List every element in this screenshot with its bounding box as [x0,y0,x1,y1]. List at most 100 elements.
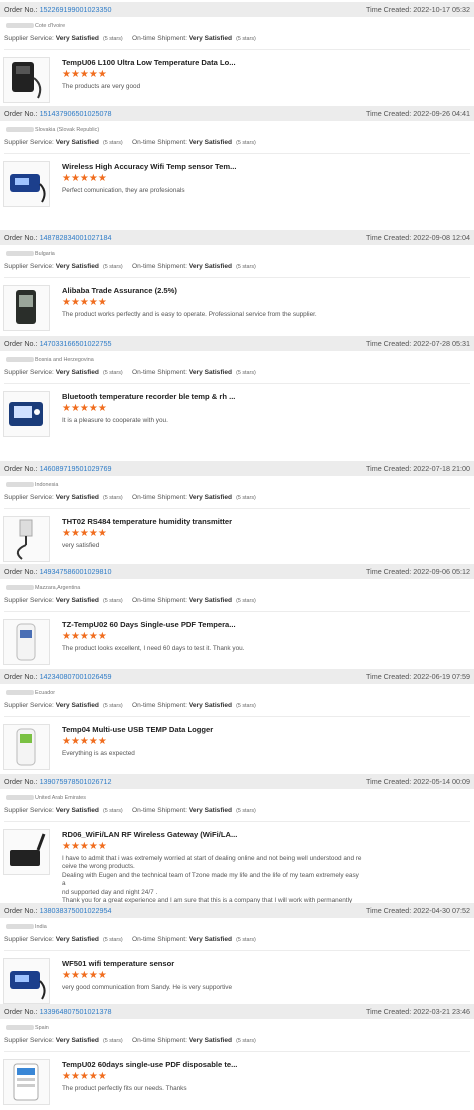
product-thumbnail[interactable] [3,619,50,665]
review-text: I have to admit that i was extremely wor… [62,855,362,905]
order-number-link[interactable]: 147033166501022755 [40,339,112,348]
buyer-country: Cote d'Ivoire [6,23,65,29]
supplier-service-rating: Supplier Service: Very Satisfied (5 stars… [4,35,123,42]
order-header: Order No.: 146089719501029769 Time Creat… [0,461,474,476]
ratings-row: Supplier Service: Very Satisfied (5 stars… [4,263,470,270]
shipment-rating: On-time Shipment: Very Satisfied (5 stars… [132,369,256,376]
product-thumbnail[interactable] [3,1059,50,1105]
divider [4,383,470,384]
shipment-rating: On-time Shipment: Very Satisfied (5 stars… [132,936,256,943]
order-number: Order No.: 133964807501021378 [4,1004,112,1019]
shipment-rating: On-time Shipment: Very Satisfied (5 stars… [132,1037,256,1044]
time-created: Time Created: 2022-07-18 21:00 [365,464,470,473]
ratings-row: Supplier Service: Very Satisfied (5 stars… [4,597,470,604]
review-text: Perfect comunication, they are profesion… [62,187,185,194]
product-name[interactable]: Bluetooth temperature recorder ble temp … [62,392,235,401]
order-number-link[interactable]: 133964807501021378 [40,1007,112,1016]
time-created: Time Created: 2022-10-17 05:32 [365,5,470,14]
product-name[interactable]: RD06_WiFi/LAN RF Wireless Gateway (WiFi/… [62,830,237,839]
divider [4,821,470,822]
shipment-rating: On-time Shipment: Very Satisfied (5 stars… [132,263,256,270]
rating-stars: ★★★★★ [62,528,107,539]
product-name[interactable]: TempU06 L100 Ultra Low Temperature Data … [62,58,236,67]
order-no-label: Order No.: [4,109,38,118]
divider [4,153,470,154]
order-header: Order No.: 147033166501022755 Time Creat… [0,336,474,351]
order-card: Order No.: 149347586001029810 Time Creat… [0,564,474,669]
product-name[interactable]: Alibaba Trade Assurance (2.5%) [62,286,177,295]
product-thumbnail[interactable] [3,829,50,875]
order-card: Order No.: 147033166501022755 Time Creat… [0,336,474,461]
ratings-row: Supplier Service: Very Satisfied (5 stars… [4,807,470,814]
order-no-label: Order No.: [4,233,38,242]
product-name[interactable]: TempU02 60days single-use PDF disposable… [62,1060,237,1069]
order-header: Order No.: 148782834001027184 Time Creat… [0,230,474,245]
order-number-link[interactable]: 138038375001022954 [40,906,112,915]
product-thumbnail[interactable] [3,958,50,1004]
buyer-country: Mazzara,Argentina [6,585,80,591]
ratings-row: Supplier Service: Very Satisfied (5 stars… [4,1037,470,1044]
order-number-link[interactable]: 149347586001029810 [40,567,112,576]
supplier-service-rating: Supplier Service: Very Satisfied (5 stars… [4,263,123,270]
product-name[interactable]: Wireless High Accuracy Wifi Temp sensor … [62,162,236,171]
product-thumbnail[interactable] [3,285,50,331]
buyer-name-blur [6,357,34,363]
buyer-country: Spain [6,1025,49,1031]
review-text: The product looks excellent, I need 60 d… [62,645,245,652]
buyer-name-blur [6,585,34,591]
product-name[interactable]: TZ-TempU02 60 Days Single-use PDF Temper… [62,620,236,629]
rating-stars: ★★★★★ [62,631,107,642]
review-text: The product works perfectly and is easy … [62,311,317,318]
product-thumbnail[interactable] [3,161,50,207]
supplier-service-rating: Supplier Service: Very Satisfied (5 stars… [4,702,123,709]
review-text: It is a pleasure to cooperate with you. [62,417,168,424]
ratings-row: Supplier Service: Very Satisfied (5 stars… [4,139,470,146]
buyer-country: Slovakia (Slovak Republic) [6,127,99,133]
order-number-link[interactable]: 146089719501029769 [40,464,112,473]
shipment-rating: On-time Shipment: Very Satisfied (5 stars… [132,35,256,42]
review-text: very satisfied [62,542,100,549]
shipment-rating: On-time Shipment: Very Satisfied (5 stars… [132,702,256,709]
time-created: Time Created: 2022-05-14 00:09 [365,777,470,786]
order-no-label: Order No.: [4,464,38,473]
divider [4,611,470,612]
product-thumbnail[interactable] [3,516,50,562]
product-name[interactable]: Temp04 Multi-use USB TEMP Data Logger [62,725,213,734]
time-created: Time Created: 2022-09-26 04:41 [365,109,470,118]
order-number: Order No.: 147033166501022755 [4,336,112,351]
order-no-label: Order No.: [4,906,38,915]
buyer-name-blur [6,127,34,133]
buyer-name-blur [6,1025,34,1031]
product-name[interactable]: THT02 RS484 temperature humidity transmi… [62,517,232,526]
order-number: Order No.: 151437906501025078 [4,106,112,121]
order-number: Order No.: 138038375001022954 [4,903,112,918]
order-card: Order No.: 142340807001026459 Time Creat… [0,669,474,774]
product-thumbnail[interactable] [3,391,50,437]
order-number: Order No.: 148782834001027184 [4,230,112,245]
divider [4,277,470,278]
time-created: Time Created: 2022-07-28 05:31 [365,339,470,348]
order-header: Order No.: 149347586001029810 Time Creat… [0,564,474,579]
rating-stars: ★★★★★ [62,970,107,981]
order-header: Order No.: 142340807001026459 Time Creat… [0,669,474,684]
rating-stars: ★★★★★ [62,1071,107,1082]
buyer-name-blur [6,23,34,29]
order-number-link[interactable]: 151437906501025078 [40,109,112,118]
divider [4,950,470,951]
order-number-link[interactable]: 139075978501026712 [40,777,112,786]
order-no-label: Order No.: [4,567,38,576]
order-card: Order No.: 148782834001027184 Time Creat… [0,230,474,336]
order-number-link[interactable]: 148782834001027184 [40,233,112,242]
buyer-country: Indonesia [6,482,58,488]
review-text: very good communication from Sandy. He i… [62,984,233,991]
time-created: Time Created: 2022-09-08 12:04 [365,233,470,242]
order-number-link[interactable]: 152269199001023350 [40,5,112,14]
review-text: The products are very good [62,83,141,90]
order-header: Order No.: 152269199001023350 Time Creat… [0,2,474,17]
buyer-country: United Arab Emirates [6,795,86,801]
product-name[interactable]: WF501 wifi temperature sensor [62,959,174,968]
product-thumbnail[interactable] [3,57,50,103]
ratings-row: Supplier Service: Very Satisfied (5 stars… [4,369,470,376]
product-thumbnail[interactable] [3,724,50,770]
order-number-link[interactable]: 142340807001026459 [40,672,112,681]
